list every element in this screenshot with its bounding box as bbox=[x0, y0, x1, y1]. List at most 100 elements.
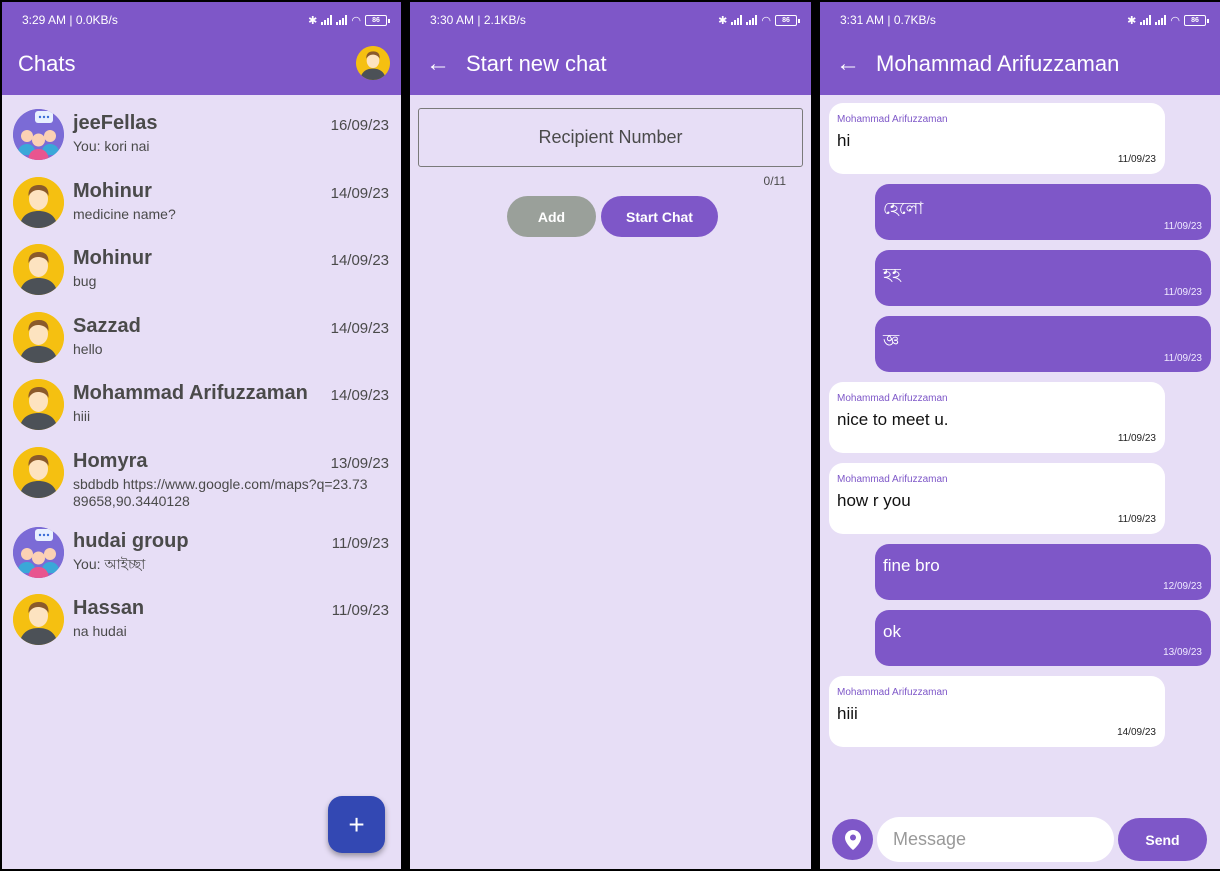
message-time: 12/09/23 bbox=[1163, 581, 1202, 592]
chat-last-message: hiii bbox=[73, 408, 91, 424]
outgoing-message[interactable]: হহ 11/09/23 bbox=[875, 250, 1211, 306]
message-time: 11/09/23 bbox=[1163, 221, 1202, 232]
app-bar: 3:31 AM | 0.7KB/s ✱ ◠ 86 ← Mohammad Arif… bbox=[820, 2, 1220, 95]
chat-last-message: You: আইচ্ছা bbox=[73, 556, 146, 572]
chat-name: hudai group bbox=[73, 530, 189, 552]
message-time: 14/09/23 bbox=[1117, 727, 1156, 738]
chat-last-message: medicine name? bbox=[73, 206, 176, 222]
person-avatar-icon bbox=[13, 244, 64, 295]
status-time: 3:29 AM | 0.0KB/s bbox=[22, 13, 118, 27]
chat-last-message: bug bbox=[73, 273, 97, 289]
message-time: 11/09/23 bbox=[1163, 287, 1202, 298]
chat-list-item[interactable]: Homyra 13/09/23 sbdbdb https://www.google.… bbox=[2, 447, 401, 511]
incoming-message[interactable]: Mohammad Arifuzzaman nice to meet u. 11/09… bbox=[829, 382, 1165, 453]
message-text: জ্ঞ bbox=[883, 331, 900, 350]
bluetooth-icon: ✱ bbox=[1127, 14, 1137, 27]
avatar bbox=[13, 109, 64, 160]
message-sender: Mohammad Arifuzzaman bbox=[837, 474, 948, 485]
outgoing-message[interactable]: হেলো 11/09/23 bbox=[875, 184, 1211, 240]
battery-icon: 86 bbox=[365, 14, 390, 26]
location-pin-icon bbox=[844, 829, 861, 850]
signal-icon bbox=[336, 15, 348, 25]
status-bar: 3:31 AM | 0.7KB/s ✱ ◠ 86 bbox=[840, 12, 1209, 28]
chat-date: 14/09/23 bbox=[330, 185, 389, 202]
avatar bbox=[13, 594, 64, 645]
chat-date: 16/09/23 bbox=[330, 117, 389, 134]
back-arrow-icon[interactable]: ← bbox=[426, 50, 450, 78]
message-text: হেলো bbox=[883, 199, 924, 218]
group-avatar-icon bbox=[13, 109, 64, 160]
chat-list-item[interactable]: hudai group 11/09/23 You: আইচ্ছা bbox=[2, 527, 401, 591]
message-time: 11/09/23 bbox=[1117, 433, 1156, 444]
page-title: Mohammad Arifuzzaman bbox=[876, 51, 1120, 76]
chat-last-message: hello bbox=[73, 341, 103, 357]
person-avatar-icon bbox=[13, 594, 64, 645]
avatar bbox=[13, 527, 64, 578]
chat-name: jeeFellas bbox=[73, 112, 158, 134]
send-button[interactable]: Send bbox=[1118, 818, 1207, 861]
avatar bbox=[13, 447, 64, 498]
start-chat-button[interactable]: Start Chat bbox=[601, 196, 718, 237]
person-avatar-icon bbox=[13, 379, 64, 430]
chat-list-item[interactable]: jeeFellas 16/09/23 You: kori nai bbox=[2, 109, 401, 173]
status-bar: 3:30 AM | 2.1KB/s ✱ ◠ 86 bbox=[430, 12, 800, 28]
message-sender: Mohammad Arifuzzaman bbox=[837, 393, 948, 404]
chat-name: Hassan bbox=[73, 597, 145, 619]
chat-name: Mohammad Arifuzzaman bbox=[73, 382, 308, 404]
message-time: 11/09/23 bbox=[1163, 353, 1202, 364]
signal-icon bbox=[1140, 15, 1152, 25]
page-title: Chats bbox=[18, 51, 76, 76]
status-time: 3:30 AM | 2.1KB/s bbox=[430, 13, 526, 27]
wifi-icon: ◠ bbox=[1170, 14, 1180, 27]
chat-last-message: na hudai bbox=[73, 623, 127, 639]
outgoing-message[interactable]: জ্ঞ 11/09/23 bbox=[875, 316, 1211, 372]
person-avatar-icon bbox=[13, 177, 64, 228]
message-time: 13/09/23 bbox=[1163, 647, 1202, 658]
signal-icon bbox=[321, 15, 333, 25]
profile-avatar[interactable] bbox=[356, 46, 390, 80]
message-text: nice to meet u. bbox=[837, 410, 949, 429]
chat-date: 11/09/23 bbox=[331, 602, 389, 619]
chat-name: Homyra bbox=[73, 450, 148, 472]
new-chat-button[interactable]: + bbox=[328, 796, 385, 853]
outgoing-message[interactable]: ok 13/09/23 bbox=[875, 610, 1211, 666]
message-sender: Mohammad Arifuzzaman bbox=[837, 114, 948, 125]
incoming-message[interactable]: Mohammad Arifuzzaman hiii 14/09/23 bbox=[829, 676, 1165, 747]
chat-name: Mohinur bbox=[73, 247, 152, 269]
character-counter: 0/11 bbox=[763, 174, 786, 188]
app-bar: 3:29 AM | 0.0KB/s ✱ ◠ 86 Chats bbox=[2, 2, 401, 95]
message-input[interactable] bbox=[877, 817, 1114, 862]
recipient-number-input[interactable] bbox=[418, 108, 803, 167]
person-avatar-icon bbox=[356, 46, 390, 80]
chat-date: 13/09/23 bbox=[330, 455, 389, 472]
conversation-screen: 3:31 AM | 0.7KB/s ✱ ◠ 86 ← Mohammad Arif… bbox=[820, 2, 1220, 869]
chat-last-message: sbdbdb https://www.google.com/maps?q=23.… bbox=[73, 476, 368, 509]
message-time: 11/09/23 bbox=[1117, 154, 1156, 165]
chat-list-item[interactable]: Mohinur 14/09/23 medicine name? bbox=[2, 177, 401, 241]
status-bar: 3:29 AM | 0.0KB/s ✱ ◠ 86 bbox=[22, 12, 390, 28]
outgoing-message[interactable]: fine bro 12/09/23 bbox=[875, 544, 1211, 600]
add-button[interactable]: Add bbox=[507, 196, 596, 237]
person-avatar-icon bbox=[13, 447, 64, 498]
chat-list-item[interactable]: Mohammad Arifuzzaman 14/09/23 hiii bbox=[2, 379, 401, 443]
message-text: হহ bbox=[883, 265, 901, 284]
message-text: how r you bbox=[837, 491, 911, 510]
message-text: fine bro bbox=[883, 556, 940, 575]
battery-icon: 86 bbox=[1184, 14, 1209, 26]
location-button[interactable] bbox=[832, 819, 873, 860]
chat-list-item[interactable]: Hassan 11/09/23 na hudai bbox=[2, 594, 401, 658]
person-avatar-icon bbox=[13, 312, 64, 363]
bluetooth-icon: ✱ bbox=[308, 14, 318, 27]
back-arrow-icon[interactable]: ← bbox=[836, 50, 860, 78]
avatar bbox=[13, 312, 64, 363]
wifi-icon: ◠ bbox=[351, 14, 361, 27]
chat-date: 14/09/23 bbox=[330, 387, 389, 404]
message-text: hiii bbox=[837, 704, 858, 723]
signal-icon bbox=[731, 15, 743, 25]
incoming-message[interactable]: Mohammad Arifuzzaman hi 11/09/23 bbox=[829, 103, 1165, 174]
incoming-message[interactable]: Mohammad Arifuzzaman how r you 11/09/23 bbox=[829, 463, 1165, 534]
page-title: Start new chat bbox=[466, 51, 607, 76]
signal-icon bbox=[746, 15, 758, 25]
chat-list-item[interactable]: Mohinur 14/09/23 bug bbox=[2, 244, 401, 308]
chat-list-item[interactable]: Sazzad 14/09/23 hello bbox=[2, 312, 401, 376]
